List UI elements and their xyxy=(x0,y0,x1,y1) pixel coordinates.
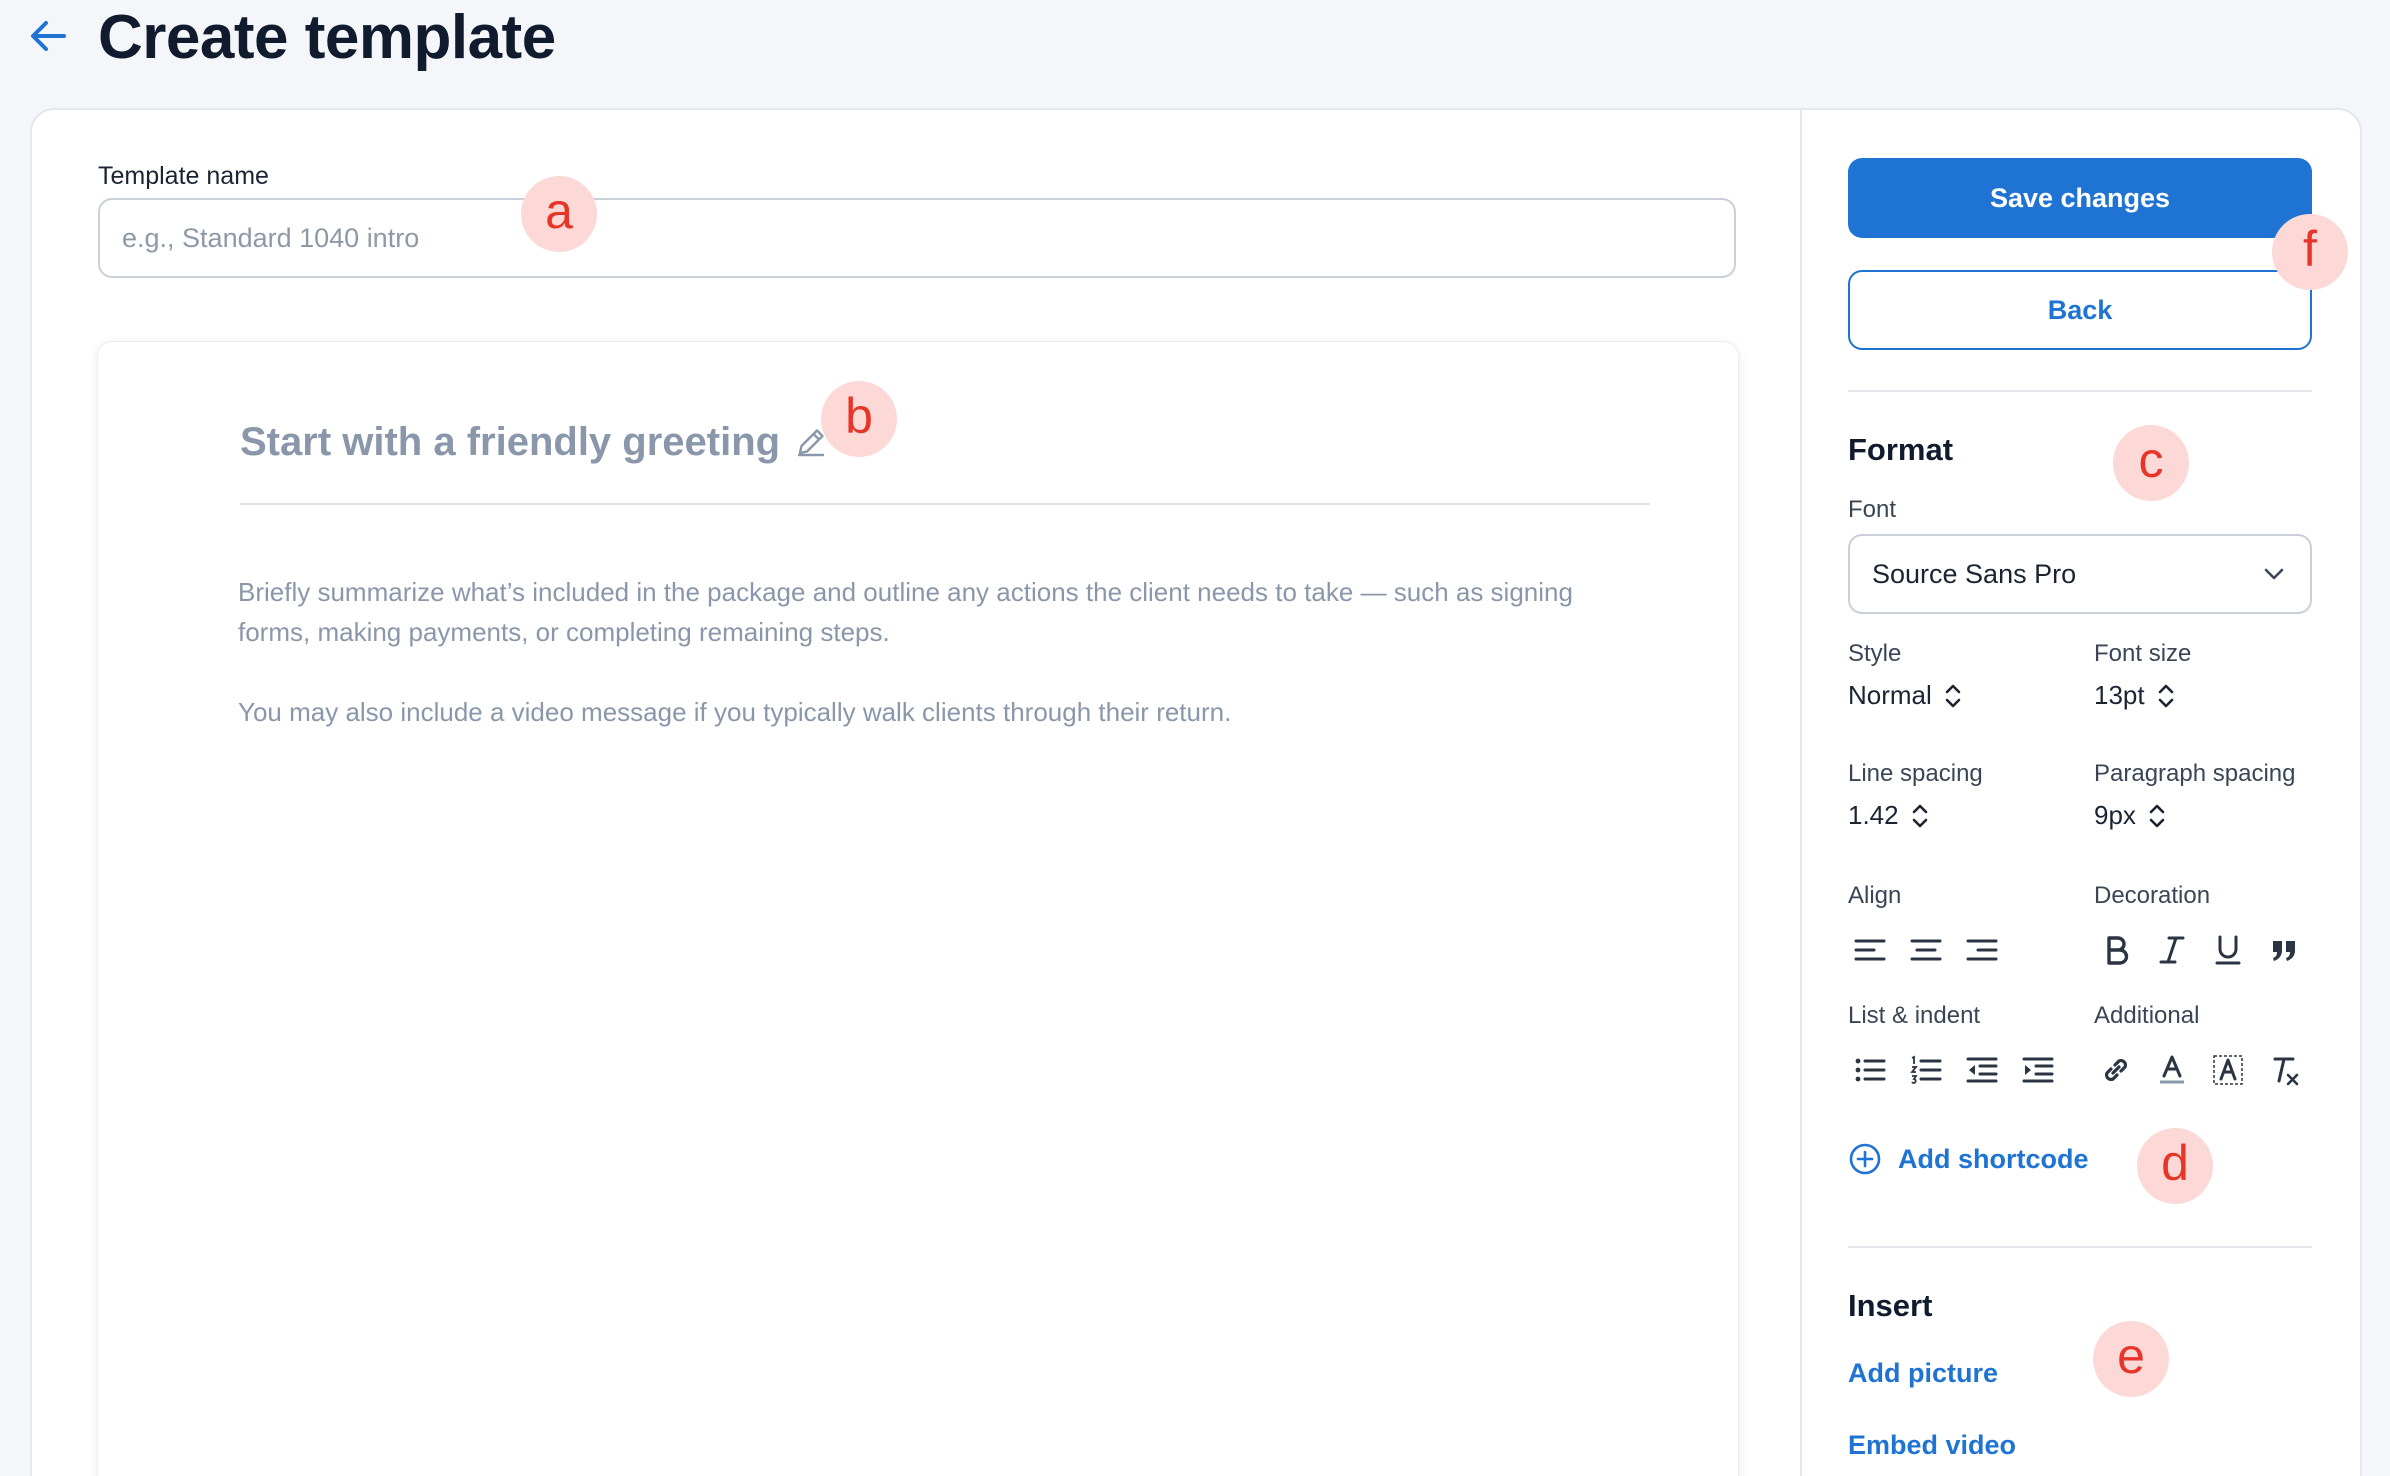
align-left-icon xyxy=(1854,939,1886,961)
up-down-icon xyxy=(2149,804,2165,827)
bulleted-list-icon xyxy=(1855,1058,1886,1082)
panel-divider xyxy=(1800,110,1802,1476)
add-shortcode-label: Add shortcode xyxy=(1898,1143,2089,1174)
back-button[interactable]: Back xyxy=(1848,270,2312,350)
up-down-icon xyxy=(1912,804,1927,827)
link-icon xyxy=(2104,1058,2128,1082)
save-changes-button[interactable]: Save changes xyxy=(1848,158,2312,238)
plus-circle-icon xyxy=(1849,1143,1881,1175)
align-left-button[interactable] xyxy=(1848,928,1892,972)
page-header: Create template xyxy=(0,0,2390,100)
add-picture-link[interactable]: Add picture xyxy=(1848,1358,1998,1389)
back-arrow-icon[interactable] xyxy=(26,14,70,58)
text-color-button[interactable] xyxy=(2150,1048,2194,1092)
line-spacing-value: 1.42 xyxy=(1848,800,1899,830)
list-indent-label: List & indent xyxy=(1848,1002,1981,1029)
page-title: Create template xyxy=(98,3,556,72)
body-paragraph: You may also include a video message if … xyxy=(238,697,1232,727)
add-shortcode-button[interactable]: Add shortcode xyxy=(1848,1142,2089,1176)
style-value: Normal xyxy=(1848,680,1932,710)
quote-icon xyxy=(2273,941,2295,961)
greeting-heading[interactable]: Start with a friendly greeting xyxy=(240,412,828,472)
bold-icon xyxy=(2107,936,2129,965)
annotation-marker-c: c xyxy=(2113,425,2189,501)
highlight-color-button[interactable] xyxy=(2206,1048,2250,1092)
up-down-icon xyxy=(1945,684,1961,707)
annotation-marker-f: f xyxy=(2272,214,2348,290)
font-size-label: Font size xyxy=(2094,640,2192,667)
numbered-list-icon xyxy=(1910,1055,1942,1084)
align-center-icon xyxy=(1910,939,1942,961)
font-select[interactable]: Source Sans Pro xyxy=(1848,534,2312,614)
highlight-icon xyxy=(2213,1055,2243,1085)
up-down-icon xyxy=(2158,684,2173,707)
sidebar-divider xyxy=(1848,1246,2312,1248)
italic-icon xyxy=(2159,936,2185,964)
style-label: Style xyxy=(1848,640,1902,667)
chevron-down-icon xyxy=(2264,568,2284,580)
annotation-marker-e: e xyxy=(2093,1321,2169,1397)
sidebar-divider xyxy=(1848,390,2312,392)
format-title: Format xyxy=(1848,432,1954,467)
indent-icon xyxy=(2022,1057,2054,1083)
additional-label: Additional xyxy=(2094,1002,2200,1029)
line-spacing-label: Line spacing xyxy=(1848,760,1983,787)
clear-formatting-button[interactable] xyxy=(2262,1048,2306,1092)
outdent-button[interactable] xyxy=(1960,1048,2004,1092)
annotation-marker-a: a xyxy=(521,176,597,252)
insert-title: Insert xyxy=(1848,1288,1933,1323)
template-card: Template name Start with a friendly gree… xyxy=(30,108,2362,1476)
annotation-marker-d: d xyxy=(2137,1128,2213,1204)
align-center-button[interactable] xyxy=(1904,928,1948,972)
line-spacing-stepper[interactable]: 1.42 xyxy=(1848,800,1931,831)
text-color-icon xyxy=(2160,1055,2184,1084)
greeting-text: Start with a friendly greeting xyxy=(240,419,781,464)
underline-icon xyxy=(2215,935,2241,965)
align-right-icon xyxy=(1966,939,1998,961)
decoration-label: Decoration xyxy=(2094,882,2211,909)
align-right-button[interactable] xyxy=(1960,928,2004,972)
font-select-value: Source Sans Pro xyxy=(1872,558,2077,589)
template-name-label: Template name xyxy=(98,162,269,190)
paragraph-spacing-stepper[interactable]: 9px xyxy=(2094,800,2168,831)
style-stepper[interactable]: Normal xyxy=(1848,680,1964,711)
body-paragraph: Briefly summarize what’s included in the… xyxy=(238,577,1573,647)
font-label: Font xyxy=(1848,496,1897,523)
link-button[interactable] xyxy=(2094,1048,2138,1092)
bulleted-list-button[interactable] xyxy=(1848,1048,1892,1092)
paragraph-spacing-value: 9px xyxy=(2094,800,2136,830)
editor-body[interactable]: Briefly summarize what’s included in the… xyxy=(238,572,1638,772)
outdent-icon xyxy=(1966,1057,1998,1083)
template-editor[interactable]: Start with a friendly greeting Briefly s… xyxy=(98,342,1738,1476)
font-size-value: 13pt xyxy=(2094,680,2145,710)
font-size-stepper[interactable]: 13pt xyxy=(2094,680,2177,711)
annotation-marker-b: b xyxy=(821,381,897,457)
numbered-list-button[interactable] xyxy=(1904,1048,1948,1092)
clear-formatting-icon xyxy=(2273,1057,2299,1086)
greeting-divider xyxy=(240,503,1650,505)
italic-button[interactable] xyxy=(2150,928,2194,972)
align-label: Align xyxy=(1848,882,1902,909)
underline-button[interactable] xyxy=(2206,928,2250,972)
format-sidebar: Save changes Back Format Font Source San… xyxy=(1848,110,2318,1476)
quote-button[interactable] xyxy=(2262,928,2306,972)
paragraph-spacing-label: Paragraph spacing xyxy=(2094,760,2296,787)
embed-video-link[interactable]: Embed video xyxy=(1848,1430,2016,1461)
indent-button[interactable] xyxy=(2016,1048,2060,1092)
bold-button[interactable] xyxy=(2094,928,2138,972)
template-name-input[interactable] xyxy=(98,198,1736,278)
